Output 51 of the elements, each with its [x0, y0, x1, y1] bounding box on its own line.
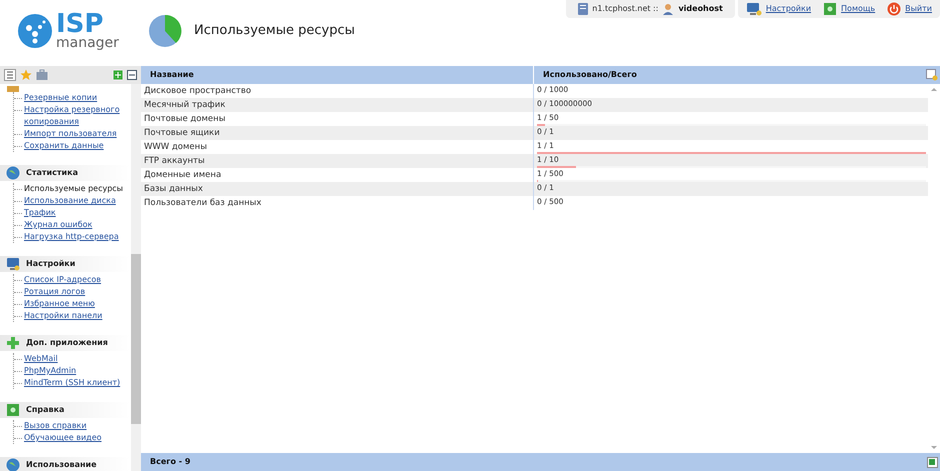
server-icon — [578, 3, 588, 15]
collapse-icon[interactable] — [127, 70, 137, 80]
star-icon[interactable] — [20, 69, 32, 81]
page-title: Используемые ресурсы — [194, 22, 355, 40]
spreadsheet-icon[interactable] — [927, 456, 938, 468]
column-header[interactable]: Использовано/Всего — [534, 66, 926, 84]
expand-icon[interactable] — [113, 70, 123, 80]
sidebar-link[interactable]: PhpMyAdmin — [24, 365, 76, 377]
sidebar-link[interactable]: Использование диска — [24, 195, 116, 207]
briefcase-icon[interactable] — [36, 69, 48, 81]
globe-icon — [6, 166, 20, 180]
sidebar-link[interactable]: Вызов справки — [24, 420, 87, 432]
header-link[interactable]: Настройки — [766, 3, 812, 15]
scroll-up-icon[interactable] — [931, 88, 937, 91]
sidebar-link[interactable]: Импорт пользователя — [24, 128, 117, 140]
sidebar-link[interactable]: Ротация логов — [24, 286, 86, 298]
total-count: Всего - 9 — [150, 456, 192, 468]
sidebar-link[interactable]: Настройки панели — [24, 310, 102, 322]
scrollbar-thumb[interactable] — [131, 254, 141, 424]
sidebar-link[interactable]: Резервные копии — [24, 92, 98, 104]
pie-chart-icon — [148, 14, 182, 48]
sidebar-link[interactable]: WebMail — [24, 353, 58, 365]
sidebar-link[interactable]: Нагрузка http-сервера — [24, 231, 119, 243]
header-link[interactable]: Выйти — [905, 3, 932, 15]
sidebar-link[interactable]: Трафик — [24, 207, 56, 219]
scroll-down-icon[interactable] — [931, 446, 937, 449]
table-cell: Пользователи баз данных — [141, 196, 534, 210]
sidebar-link[interactable]: Список IP-адресов — [24, 274, 102, 286]
plus-icon — [6, 336, 20, 350]
sidebar-link[interactable]: Используемые ресурсы — [24, 183, 123, 195]
sidebar-link[interactable]: Избранное меню — [24, 298, 95, 310]
sidebar-link[interactable]: Обучающее видео — [24, 432, 102, 444]
globe-icon — [6, 458, 20, 471]
user-icon — [662, 3, 674, 15]
sidebar-link[interactable]: Журнал ошибок — [24, 219, 92, 231]
help-icon — [823, 2, 838, 16]
help-icon — [6, 403, 20, 417]
list-icon[interactable] — [4, 69, 16, 81]
power-icon — [887, 2, 902, 16]
sidebar-link[interactable]: MindTerm (SSH клиент) — [24, 377, 120, 389]
header-link[interactable]: Помощь — [841, 3, 876, 15]
monitor-icon — [746, 2, 762, 16]
logo-subtext: manager — [56, 36, 119, 50]
logo-icon — [18, 14, 52, 48]
sidebar-link[interactable]: Сохранить данные — [24, 140, 104, 152]
user-name: videohost — [678, 3, 723, 15]
server-name: n1.tcphost.net :: — [592, 3, 658, 15]
table-settings-icon[interactable] — [926, 69, 938, 81]
sidebar-link[interactable]: Настройка резервного копирования — [24, 104, 131, 128]
monitor-icon — [6, 257, 20, 271]
logo-text: ISP — [56, 12, 104, 36]
